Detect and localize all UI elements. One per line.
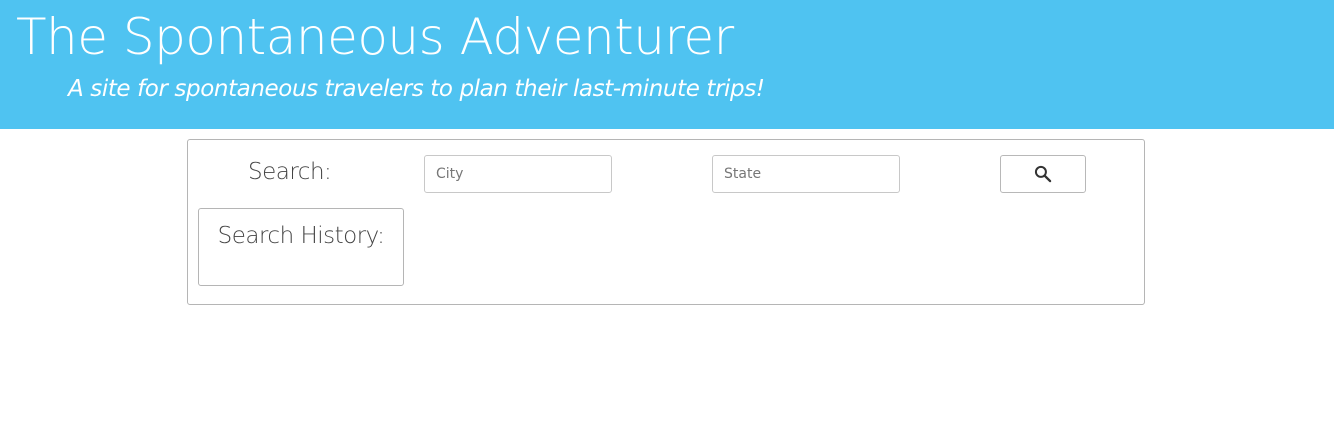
- search-panel: Search: Search History:: [187, 139, 1145, 305]
- city-input[interactable]: [424, 155, 612, 193]
- search-history-box: Search History:: [198, 208, 404, 286]
- state-input[interactable]: [712, 155, 900, 193]
- search-label: Search:: [248, 159, 332, 185]
- site-header: The Spontaneous Adventurer A site for sp…: [0, 0, 1334, 129]
- search-icon: [1034, 165, 1052, 183]
- search-history-label: Search History:: [217, 223, 385, 249]
- site-subtitle: A site for spontaneous travelers to plan…: [68, 76, 765, 102]
- site-title: The Spontaneous Adventurer: [16, 8, 734, 66]
- search-button[interactable]: [1000, 155, 1086, 193]
